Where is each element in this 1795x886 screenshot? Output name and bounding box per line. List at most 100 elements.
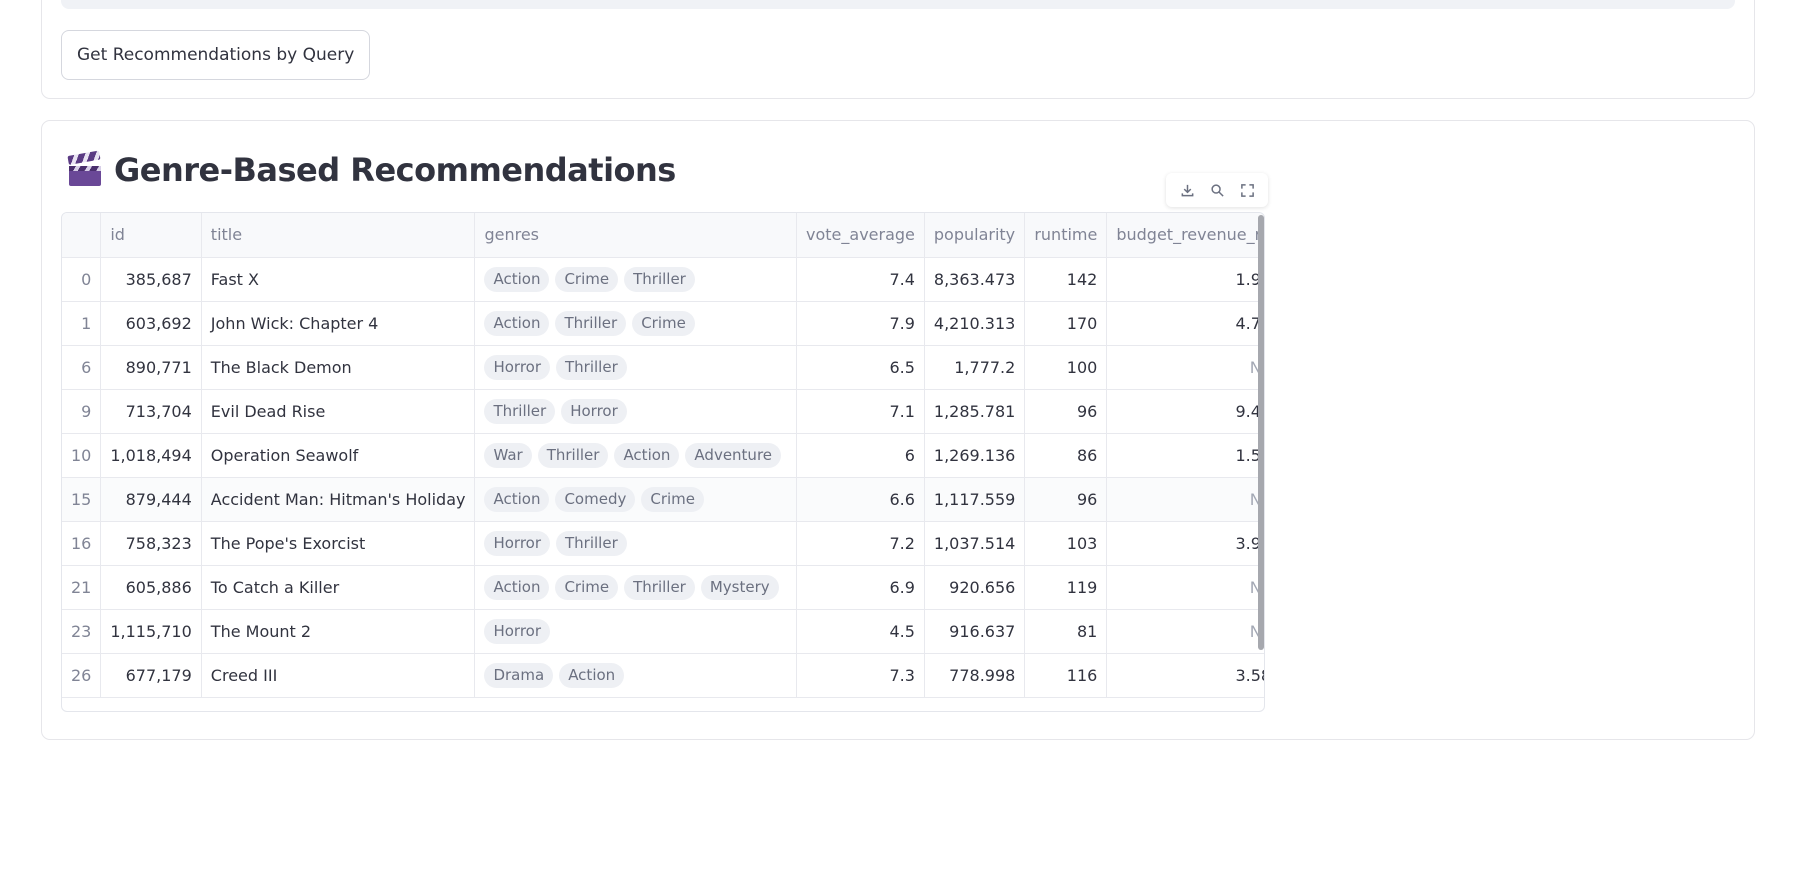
table-row[interactable]: 15 879,444 Accident Man: Hitman's Holiday A… [62, 477, 1264, 522]
id-cell[interactable]: 1,115,710 [100, 609, 202, 654]
search-icon[interactable] [1206, 179, 1228, 201]
genres-cell[interactable]: Drama Action [474, 653, 798, 698]
get-recommendations-by-query-button[interactable]: Get Recommendations by Query [61, 30, 371, 80]
vote-average-cell[interactable]: 7.4 [796, 257, 925, 302]
table-row[interactable]: 16 758,323 The Pope's Exorcist Horror Thrill… [62, 521, 1264, 566]
column-header-id[interactable]: id [100, 213, 202, 258]
popularity-cell[interactable]: 4,210.313 [924, 301, 1026, 346]
popularity-cell[interactable]: 920.656 [924, 565, 1026, 610]
popularity-cell[interactable]: 1,777.2 [924, 345, 1026, 390]
row-index-cell[interactable]: 26 [62, 653, 102, 698]
title-cell[interactable]: The Mount 2 [201, 609, 476, 654]
budget-revenue-ratio-cell[interactable]: 1.5333 [1106, 433, 1264, 478]
fullscreen-icon[interactable] [1236, 179, 1258, 201]
title-cell[interactable]: The Pope's Exorcist [201, 521, 476, 566]
genres-cell[interactable]: Horror Thriller [474, 345, 798, 390]
column-header-genres[interactable]: genres [474, 213, 798, 258]
title-cell[interactable]: Fast X [201, 257, 476, 302]
budget-revenue-ratio-cell[interactable]: 4.7974 [1106, 301, 1264, 346]
genres-cell[interactable]: Action Comedy Crime [474, 477, 798, 522]
popularity-cell[interactable]: 8,363.473 [924, 257, 1026, 302]
row-index-cell[interactable]: 9 [62, 389, 102, 434]
column-header-vote-average[interactable]: vote_average [796, 213, 925, 258]
row-index-cell[interactable]: 10 [62, 433, 102, 478]
row-index-cell[interactable]: 16 [62, 521, 102, 566]
budget-revenue-ratio-cell[interactable]: None [1106, 477, 1264, 522]
row-index-cell[interactable]: 21 [62, 565, 102, 610]
column-header-title[interactable]: title [201, 213, 476, 258]
popularity-cell[interactable]: 1,117.559 [924, 477, 1026, 522]
budget-revenue-ratio-cell[interactable]: 3.9003 [1106, 521, 1264, 566]
id-cell[interactable]: 879,444 [100, 477, 202, 522]
title-cell[interactable]: John Wick: Chapter 4 [201, 301, 476, 346]
vote-average-cell[interactable]: 6.6 [796, 477, 925, 522]
vote-average-cell[interactable]: 7.3 [796, 653, 925, 698]
query-input-bottom-edge[interactable] [61, 0, 1735, 9]
budget-revenue-ratio-cell[interactable]: None [1106, 345, 1264, 390]
vote-average-cell[interactable]: 4.5 [796, 609, 925, 654]
budget-revenue-ratio-cell[interactable]: None [1106, 565, 1264, 610]
genres-cell[interactable]: Horror [474, 609, 798, 654]
runtime-cell[interactable]: 119 [1024, 565, 1108, 610]
table-row[interactable]: 1 603,692 John Wick: Chapter 4 Action Thrill… [62, 301, 1264, 346]
table-row[interactable]: 10 1,018,494 Operation Seawolf War Thriller A… [62, 433, 1264, 478]
runtime-cell[interactable]: 86 [1024, 433, 1108, 478]
row-index-cell[interactable]: 23 [62, 609, 102, 654]
id-cell[interactable]: 677,179 [100, 653, 202, 698]
vote-average-cell[interactable]: 7.1 [796, 389, 925, 434]
runtime-cell[interactable]: 170 [1024, 301, 1108, 346]
genres-cell[interactable]: Action Crime Thriller [474, 257, 798, 302]
budget-revenue-ratio-cell[interactable]: None [1106, 609, 1264, 654]
vote-average-cell[interactable]: 6.9 [796, 565, 925, 610]
runtime-cell[interactable]: 103 [1024, 521, 1108, 566]
popularity-cell[interactable]: 778.998 [924, 653, 1026, 698]
table-row[interactable]: 23 1,115,710 The Mount 2 Horror 4.5 916.637 81… [62, 609, 1264, 654]
recommendations-dataframe[interactable]: id title genres vote_average popularity … [61, 212, 1265, 712]
vote-average-cell[interactable]: 6.5 [796, 345, 925, 390]
id-cell[interactable]: 385,687 [100, 257, 202, 302]
genres-cell[interactable]: War Thriller Action Adventure [474, 433, 798, 478]
column-header-runtime[interactable]: runtime [1024, 213, 1108, 258]
column-header-budget-revenue-ratio[interactable]: budget_revenue_ratio [1106, 213, 1264, 258]
id-cell[interactable]: 713,704 [100, 389, 202, 434]
row-index-cell[interactable]: 15 [62, 477, 102, 522]
row-index-cell[interactable]: 0 [62, 257, 102, 302]
table-row[interactable]: 26 677,179 Creed III Drama Action 7.3 778.998 1… [62, 653, 1264, 698]
table-row[interactable]: 0 385,687 Fast X Action Crime Thriller 7.4 8,36… [62, 257, 1264, 302]
row-index-cell[interactable]: 1 [62, 301, 102, 346]
popularity-cell[interactable]: 1,269.136 [924, 433, 1026, 478]
budget-revenue-ratio-cell[interactable]: 9.4341 [1106, 389, 1264, 434]
row-index-cell[interactable]: 6 [62, 345, 102, 390]
genres-cell[interactable]: Thriller Horror [474, 389, 798, 434]
title-cell[interactable]: Operation Seawolf [201, 433, 476, 478]
table-row[interactable]: 21 605,886 To Catch a Killer Action Crime Thr… [62, 565, 1264, 610]
id-cell[interactable]: 605,886 [100, 565, 202, 610]
table-row[interactable]: 9 713,704 Evil Dead Rise Thriller Horror 7.1 1… [62, 389, 1264, 434]
column-header-index[interactable] [62, 213, 102, 258]
title-cell[interactable]: The Black Demon [201, 345, 476, 390]
table-scrollbar[interactable] [1258, 215, 1264, 650]
vote-average-cell[interactable]: 6 [796, 433, 925, 478]
runtime-cell[interactable]: 96 [1024, 477, 1108, 522]
runtime-cell[interactable]: 96 [1024, 389, 1108, 434]
title-cell[interactable]: Creed III [201, 653, 476, 698]
id-cell[interactable]: 758,323 [100, 521, 202, 566]
budget-revenue-ratio-cell[interactable]: 1.9176 [1106, 257, 1264, 302]
table-row[interactable]: 6 890,771 The Black Demon Horror Thriller 6.5… [62, 345, 1264, 390]
genres-cell[interactable]: Action Thriller Crime [474, 301, 798, 346]
vote-average-cell[interactable]: 7.9 [796, 301, 925, 346]
runtime-cell[interactable]: 142 [1024, 257, 1108, 302]
id-cell[interactable]: 890,771 [100, 345, 202, 390]
download-icon[interactable] [1176, 179, 1198, 201]
id-cell[interactable]: 603,692 [100, 301, 202, 346]
title-cell[interactable]: Evil Dead Rise [201, 389, 476, 434]
title-cell[interactable]: Accident Man: Hitman's Holiday [201, 477, 476, 522]
vote-average-cell[interactable]: 7.2 [796, 521, 925, 566]
runtime-cell[interactable]: 81 [1024, 609, 1108, 654]
popularity-cell[interactable]: 1,037.514 [924, 521, 1026, 566]
runtime-cell[interactable]: 116 [1024, 653, 1108, 698]
runtime-cell[interactable]: 100 [1024, 345, 1108, 390]
genres-cell[interactable]: Action Crime Thriller Mystery [474, 565, 798, 610]
title-cell[interactable]: To Catch a Killer [201, 565, 476, 610]
genres-cell[interactable]: Horror Thriller [474, 521, 798, 566]
